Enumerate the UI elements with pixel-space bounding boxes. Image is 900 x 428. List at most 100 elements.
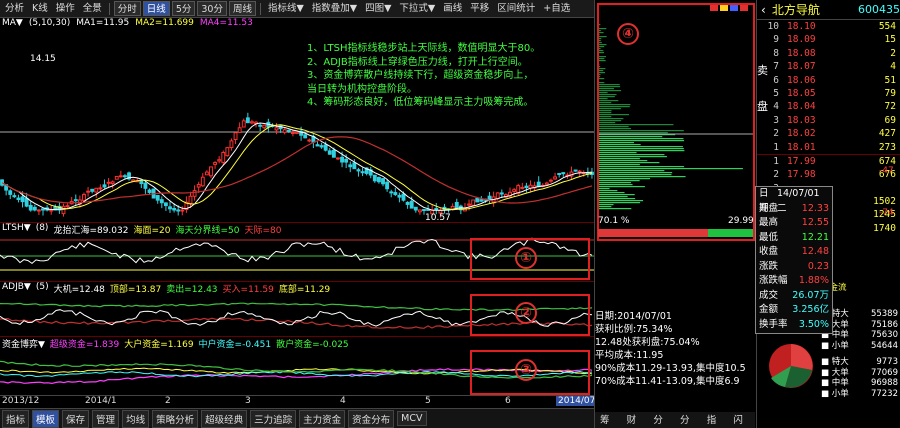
tab-index[interactable]: 指数 (704, 412, 729, 428)
candle-body (401, 193, 406, 201)
tab-manage[interactable]: 管理 (92, 409, 120, 428)
toolbar-item-panorama[interactable]: 全景 (80, 1, 105, 16)
circle-label-3: ③ (515, 359, 537, 381)
capital-flow-value: 55389 (870, 309, 898, 319)
tooltip-value: 26.07万 (792, 289, 829, 301)
period-button-daily[interactable]: 日线 (142, 1, 170, 16)
toolbar-dropdown-style[interactable]: 下拉式▼ (396, 1, 438, 16)
loss-bar (708, 229, 753, 237)
sell-row[interactable]: 3 18.03 69 (757, 114, 900, 127)
price-high-label: 14.15 (30, 54, 56, 64)
tab-main-capital[interactable]: 主力资金 (299, 409, 346, 428)
adjb-selector[interactable]: ADJB▼ (2, 282, 31, 293)
sell-volume: 273 (878, 141, 896, 153)
tooltip-key: 换手率 (759, 318, 788, 330)
candle-body (106, 181, 111, 184)
tooltip-row: 涨跌幅 1.88% (756, 274, 832, 289)
circle-label-2: ② (515, 302, 537, 324)
capital-flow-row: ■ 特大 9773 (821, 357, 900, 368)
candle-body (16, 197, 21, 200)
tab-capital-distribution[interactable]: 资金分布 (348, 409, 395, 428)
toolbar-indicator-dropdown[interactable]: 指标线▼ (265, 1, 307, 16)
sell-row[interactable]: 4 18.04 72 (757, 100, 900, 113)
candle-body (557, 172, 562, 175)
sell-row[interactable]: 10 18.10 554 (757, 20, 900, 33)
adjb-buy: 买入=11.59 (222, 285, 274, 295)
tab-chip[interactable]: 筹码 (597, 412, 622, 428)
sell-row[interactable]: 9 18.09 15 (757, 33, 900, 46)
candle-body (393, 192, 398, 195)
back-chevron-icon[interactable]: ‹ (761, 3, 766, 17)
tab-indicator[interactable]: 指标 (2, 409, 30, 428)
tab-save[interactable]: 保存 (62, 409, 90, 428)
sell-row[interactable]: 7 18.07 4 (757, 60, 900, 73)
tab-flash[interactable]: 闪平 (730, 412, 755, 428)
date-tick: 5 (425, 396, 431, 406)
capital-flow-label: ■ 特大 (821, 357, 849, 367)
tab-classic[interactable]: 超级经典 (201, 409, 248, 428)
capital-flow-value: 9773 (876, 357, 898, 367)
tooltip-row: 开盘 12.33 (756, 202, 832, 217)
capital-flow-row: ■ 大单 77069 (821, 368, 900, 379)
candle-body (32, 206, 37, 211)
toolbar-range-stats[interactable]: 区间统计 (494, 1, 538, 16)
tab-strategy[interactable]: 策略分析 (152, 409, 199, 428)
date-tick: 2014/1 (85, 396, 117, 406)
circle-label-1: ① (515, 247, 537, 269)
ma-params: (5,10,30) (28, 18, 71, 28)
candle-body (168, 206, 172, 210)
candle-body (549, 179, 553, 182)
period-button-intraday[interactable]: 分时 (113, 1, 141, 16)
toolbar-pan[interactable]: 平移 (467, 1, 492, 16)
ma-selector[interactable]: MA▼ (2, 18, 23, 30)
capital-header: 资金博弈▼ 超级资金=1.839 大户资金=1.169 中户资金=-0.451 … (0, 336, 594, 350)
tab-mcv[interactable]: MCV (397, 411, 427, 426)
sell-price: 18.08 (787, 47, 816, 59)
capital-selector[interactable]: 资金博弈▼ (2, 337, 45, 350)
sell-row[interactable]: 6 18.06 51 (757, 74, 900, 87)
toolbar-draw-line[interactable]: 画线 (440, 1, 465, 16)
candle-body (397, 194, 402, 198)
toolbar-item-kline[interactable]: K线 (29, 1, 51, 16)
period-button-5min[interactable]: 5分 (171, 1, 196, 16)
period-button-weekly[interactable]: 周线 (228, 1, 256, 16)
sell-row[interactable]: 2 18.02 427 (757, 127, 900, 140)
ma1-value: MA1=11.95 (76, 18, 130, 28)
tab-finance[interactable]: 财务 (624, 412, 649, 428)
tooltip-key: 开盘 (759, 202, 779, 214)
candle-body (524, 185, 529, 189)
date-tick: 2013/12 (2, 396, 40, 406)
period-button-30min[interactable]: 30分 (197, 1, 227, 16)
sell-volume: 4 (890, 61, 896, 73)
candle-body (323, 144, 328, 151)
chip-tabs: 筹码 财务 分价 分时 指数 闪平 (595, 412, 755, 428)
tab-three-force[interactable]: 三力追踪 (250, 409, 297, 428)
candle-body (327, 150, 332, 155)
toolbar-item-operate[interactable]: 操作 (53, 1, 78, 16)
sell-volume: 69 (884, 114, 896, 126)
toolbar-item-analysis[interactable]: 分析 (2, 1, 27, 16)
buy-level: 1 (773, 155, 779, 167)
toolbar-divider (108, 2, 110, 15)
tooltip-row: 换手率 3.50% (756, 318, 832, 333)
tab-price-split[interactable]: 分价 (650, 412, 675, 428)
candle-body (553, 176, 558, 180)
sell-row[interactable]: 1 18.01 273 (757, 141, 900, 154)
ltsh-boundary: 海天分界线=50 (175, 226, 240, 236)
tab-ma[interactable]: 均线 (122, 409, 150, 428)
toolbar-add-favorite[interactable]: +自选 (540, 1, 573, 16)
capital-flow-label: ■ 小单 (821, 340, 849, 351)
annotation-line: 4、筹码形态良好，低位筹码峰显示主力吸筹完成。 (307, 97, 534, 109)
sell-level: 3 (773, 114, 779, 126)
toolbar-overlay-dropdown[interactable]: 指数叠加▼ (309, 1, 360, 16)
candle-body (241, 120, 246, 128)
candle-body (250, 121, 254, 124)
sell-row[interactable]: 5 18.05 79 (757, 87, 900, 100)
sell-row[interactable]: 8 18.08 2 (757, 47, 900, 60)
profit-bar (598, 229, 708, 237)
candle-body (356, 169, 361, 172)
toolbar-four-charts-dropdown[interactable]: 四图▼ (362, 1, 394, 16)
ltsh-selector[interactable]: LTSH▼ (2, 223, 31, 234)
tab-intraday[interactable]: 分时 (677, 412, 702, 428)
tab-template[interactable]: 模板 (32, 409, 60, 428)
